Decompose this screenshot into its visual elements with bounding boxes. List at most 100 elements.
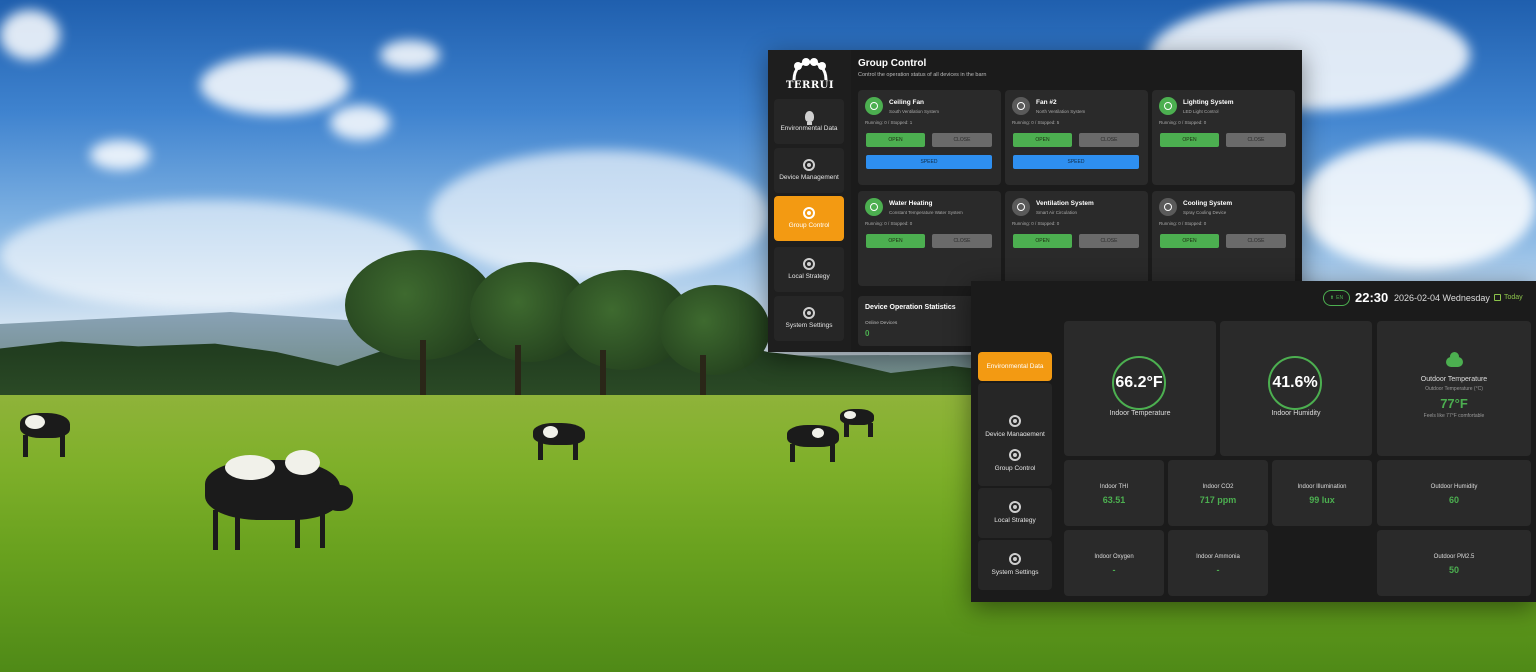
terrui-logo: TERRUI	[784, 56, 836, 92]
sidebar-item-system-settings[interactable]: System Settings	[978, 540, 1052, 590]
tree-trunk	[700, 355, 706, 397]
indoor-illumination-tile: Indoor Illumination 99 lux	[1272, 460, 1372, 526]
target-icon	[803, 159, 815, 171]
logo-text: TERRUI	[785, 80, 835, 91]
tile-label: Indoor Temperature	[1109, 410, 1171, 417]
tree	[660, 285, 770, 375]
cloud	[430, 150, 770, 280]
sidebar-item-label: System Settings	[785, 322, 833, 329]
close-button[interactable]: CLOSE	[932, 234, 992, 248]
card-description: Smart Air Circulation	[1036, 210, 1078, 215]
close-button[interactable]: CLOSE	[1226, 133, 1286, 147]
card-status: Running: 0 / Stopped: 0	[1159, 120, 1207, 125]
target-icon	[1009, 415, 1021, 427]
cow	[15, 405, 80, 460]
card-status: Running: 0 / Stopped: 5	[1012, 120, 1060, 125]
stat-online-devices: Online Devices 0	[865, 321, 897, 338]
tile-label: Indoor Oxygen	[1094, 554, 1134, 560]
outdoor-temperature-value: 77°F	[1440, 396, 1468, 411]
close-button[interactable]: CLOSE	[1079, 234, 1139, 248]
today-label: Today	[1504, 294, 1523, 301]
speed-button[interactable]: SPEED	[1013, 155, 1139, 169]
card-title: Cooling System	[1183, 200, 1233, 207]
tile-value: -	[1216, 565, 1220, 575]
indoor-ammonia-tile: Indoor Ammonia -	[1168, 530, 1268, 596]
stat-value: 0	[865, 329, 870, 338]
close-button[interactable]: CLOSE	[1079, 133, 1139, 147]
today-button[interactable]: Today	[1494, 294, 1523, 301]
power-icon	[1012, 198, 1030, 216]
cow	[195, 440, 360, 555]
open-button[interactable]: OPEN	[1160, 133, 1219, 147]
tile-value: 99 lux	[1309, 495, 1335, 505]
sidebar: Environmental Data Device Management Gro…	[971, 318, 1057, 602]
bulb-icon	[804, 110, 814, 125]
tile-label: Indoor Ammonia	[1196, 554, 1240, 560]
indoor-temperature-tile: 66.2°F Indoor Temperature	[1064, 321, 1216, 456]
device-card-ventilation-system: Ventilation System Smart Air Circulation…	[1005, 191, 1148, 286]
bulb-icon	[1159, 97, 1177, 115]
cloud	[330, 105, 390, 140]
sidebar-item-group-control[interactable]: Group Control	[978, 436, 1052, 486]
sidebar-item-local-strategy[interactable]: Local Strategy	[978, 488, 1052, 538]
card-description: North Ventilation System	[1036, 109, 1086, 114]
target-icon	[1009, 449, 1021, 461]
group-control-main: Group Control Control the operation stat…	[858, 58, 1298, 78]
logo-mark-icon	[792, 58, 828, 81]
sidebar-item-label: Local Strategy	[788, 273, 830, 280]
tree-trunk	[420, 340, 426, 400]
sidebar-item-label: Device Management	[779, 174, 839, 181]
indoor-co2-tile: Indoor CO2 717 ppm	[1168, 460, 1268, 526]
device-card-ceiling-fan: Ceiling Fan South Ventilation System Run…	[858, 90, 1001, 185]
indoor-humidity-gauge: 41.6%	[1268, 356, 1322, 410]
power-icon	[1012, 97, 1030, 115]
tile-value: -	[1112, 565, 1116, 575]
cloud	[1300, 140, 1536, 270]
page-subtitle: Control the operation status of all devi…	[858, 72, 987, 78]
sidebar-item-device-management[interactable]: Device Management	[774, 148, 844, 193]
stat-label: Online Devices	[865, 321, 898, 326]
card-description: Spray Cooling Device	[1183, 210, 1227, 215]
close-button[interactable]: CLOSE	[1226, 234, 1286, 248]
device-card-fan-2: Fan #2 North Ventilation System Running:…	[1005, 90, 1148, 185]
close-button[interactable]: CLOSE	[932, 133, 992, 147]
indoor-oxygen-tile: Indoor Oxygen -	[1064, 530, 1164, 596]
target-icon	[803, 307, 815, 319]
outdoor-humidity-tile: Outdoor Humidity 60	[1377, 460, 1531, 526]
sidebar-item-label: Group Control	[994, 465, 1036, 472]
cloud-icon	[1446, 352, 1463, 367]
card-title: Ventilation System	[1036, 200, 1094, 207]
sidebar-item-group-control[interactable]: Group Control	[774, 196, 844, 241]
sidebar-item-environmental-data[interactable]: Environmental Data	[978, 352, 1052, 381]
tile-value: 63.51	[1102, 495, 1126, 505]
sidebar-item-label: Local Strategy	[994, 517, 1036, 524]
indoor-thi-tile: Indoor THI 63.51	[1064, 460, 1164, 526]
open-button[interactable]: OPEN	[1013, 133, 1072, 147]
language-toggle[interactable]: ⬆ EN	[1323, 290, 1350, 306]
stats-title: Device Operation Statistics	[865, 304, 956, 311]
open-button[interactable]: OPEN	[866, 234, 925, 248]
sidebar-item-system-settings[interactable]: System Settings	[774, 296, 844, 341]
sidebar-item-local-strategy[interactable]: Local Strategy	[774, 247, 844, 292]
snowflake-icon	[1159, 198, 1177, 216]
sidebar-item-environmental-data[interactable]: Environmental Data	[774, 99, 844, 144]
sidebar-item-label: Environmental Data	[780, 124, 838, 132]
calendar-icon	[1494, 294, 1501, 301]
open-button[interactable]: OPEN	[1160, 234, 1219, 248]
sidebar-item-label: Environmental Data	[986, 362, 1044, 370]
open-button[interactable]: OPEN	[1013, 234, 1072, 248]
card-title: Water Heating	[889, 200, 933, 207]
tree-trunk	[515, 345, 521, 400]
tile-label: Outdoor PM2.5	[1433, 554, 1475, 560]
sidebar-item-label: System Settings	[991, 569, 1039, 576]
open-button[interactable]: OPEN	[866, 133, 925, 147]
cloud	[0, 10, 60, 60]
device-card-cooling-system: Cooling System Spray Cooling Device Runn…	[1152, 191, 1295, 286]
cow	[528, 418, 598, 463]
tile-label: Indoor Humidity	[1271, 410, 1321, 417]
cloud	[200, 55, 350, 115]
speed-button[interactable]: SPEED	[866, 155, 992, 169]
card-description: South Ventilation System	[889, 109, 940, 114]
tile-value: 717 ppm	[1199, 495, 1237, 505]
target-icon	[803, 258, 815, 270]
